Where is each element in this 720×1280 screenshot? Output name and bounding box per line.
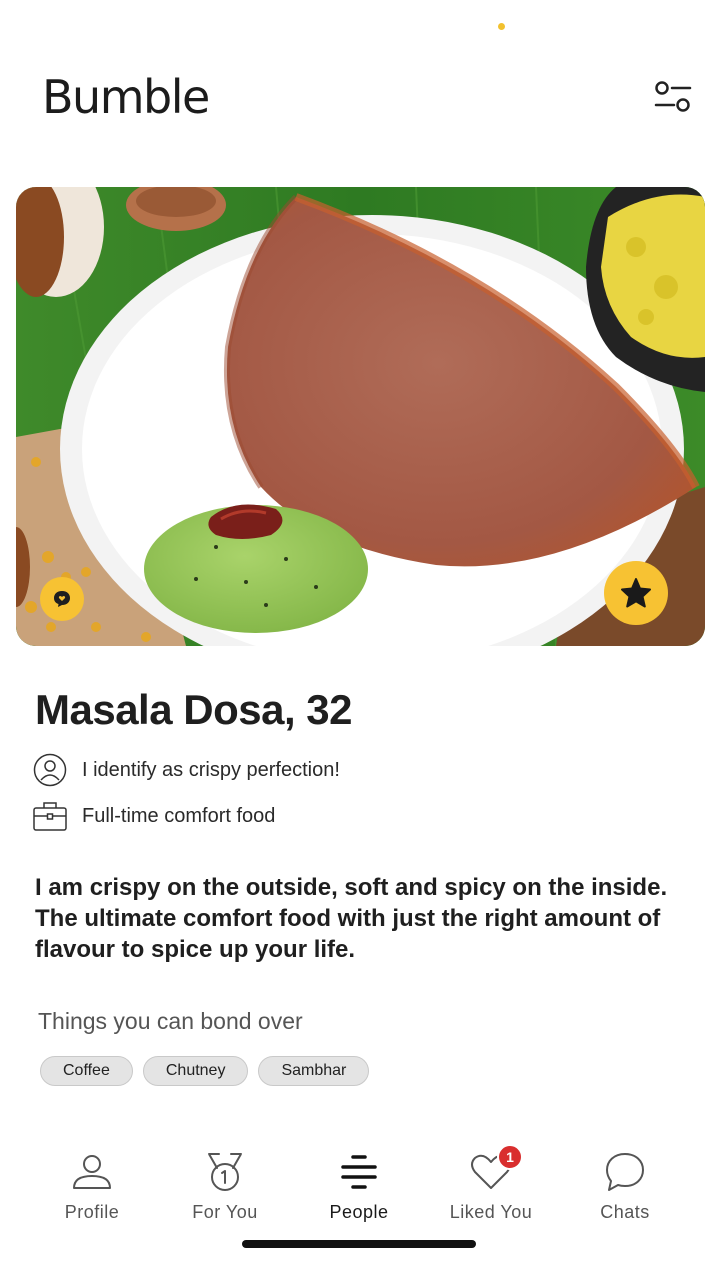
nav-item-profile[interactable]: Profile [32,1148,152,1228]
dosa-photo-image [16,187,705,646]
nav-label-chats: Chats [600,1202,650,1222]
status-indicator-dot [498,23,505,30]
liked-you-notification-badge: 1 [497,1144,523,1170]
nav-item-for-you[interactable]: For You [165,1148,285,1228]
filter-sliders-icon [654,81,692,112]
superswipe-badge[interactable] [604,561,668,625]
app-logo: Bumble [42,70,210,124]
person-circle-icon [32,752,68,788]
medal-icon [201,1148,249,1196]
nav-label-for-you: For You [192,1202,258,1222]
filter-button[interactable] [648,76,696,120]
nav-item-liked-you[interactable]: 1 Liked You [431,1144,551,1228]
nav-item-chats[interactable]: Chats [565,1148,685,1228]
profile-name-age: Masala Dosa, 32 [35,686,353,733]
gender-row: I identify as crispy perfection! [32,752,340,788]
work-row: Full-time comfort food [32,798,275,834]
nav-label-profile: Profile [64,1202,120,1222]
interest-tags: Coffee Chutney Sambhar [40,1056,370,1086]
heart-chat-icon [54,591,70,607]
briefcase-icon [32,798,68,834]
nav-label-liked-you: Liked You [449,1202,533,1222]
gender-text: I identify as crispy perfection! [82,758,340,781]
people-stack-icon [335,1148,383,1196]
nav-label-people: People [329,1202,389,1222]
home-indicator[interactable] [242,1240,476,1248]
profile-icon [68,1148,116,1196]
star-icon [621,578,651,608]
work-text: Full-time comfort food [82,804,276,827]
profile-photo[interactable] [16,187,705,646]
top-header: Bumble [0,60,720,140]
bond-section-title: Things you can bond over [38,1008,303,1034]
heart-icon: 1 [467,1144,523,1196]
chat-bubble-icon [601,1148,649,1196]
tag-chutney[interactable]: Chutney [142,1056,249,1086]
tag-coffee[interactable]: Coffee [40,1056,133,1086]
bottom-navigation: Profile For You People 1 Liked You Chats [0,1144,720,1228]
nav-item-people[interactable]: People [299,1148,419,1228]
compliment-badge[interactable] [40,577,84,621]
profile-bio: I am crispy on the outside, soft and spi… [35,874,668,963]
tag-sambhar[interactable]: Sambhar [258,1056,370,1086]
